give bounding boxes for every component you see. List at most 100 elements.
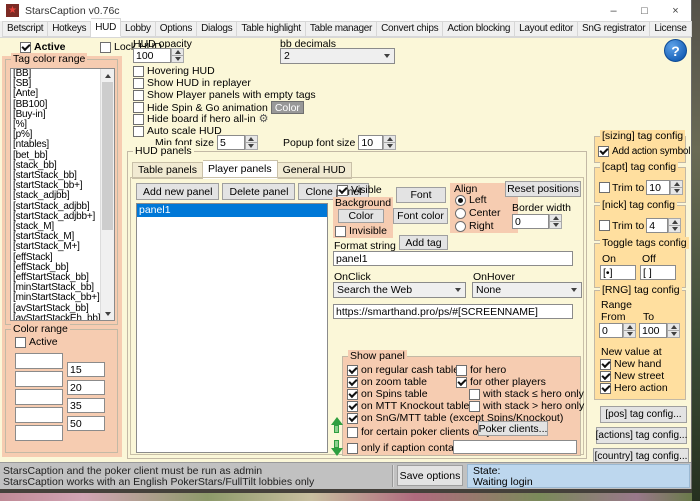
spin-up-button[interactable]	[171, 48, 184, 56]
spin-go-color-button[interactable]: Color	[270, 101, 304, 114]
rng-to-spinner[interactable]	[667, 323, 680, 338]
color-swatch[interactable]	[15, 371, 63, 387]
main-tab[interactable]: HUD	[91, 18, 121, 37]
move-panel-down-icon[interactable]	[330, 440, 343, 456]
checkbox[interactable]	[347, 364, 358, 376]
main-tab[interactable]: SnG registrator	[578, 21, 651, 37]
hud-opacity-spinner[interactable]	[171, 48, 184, 63]
spin-up-button[interactable]	[670, 180, 684, 188]
checkbox[interactable]	[347, 426, 358, 438]
rng-to-input[interactable]: 100	[639, 323, 667, 338]
close-button[interactable]: ×	[660, 0, 691, 21]
stack-le-hero-checkbox[interactable]: with stack ≤ hero only	[469, 388, 584, 400]
maximize-button[interactable]: □	[629, 0, 660, 21]
toggle-on-input[interactable]: [•]	[600, 265, 636, 280]
active-checkbox[interactable]: Active	[20, 41, 66, 53]
border-width-input[interactable]: 0	[512, 214, 549, 229]
spin-down-button[interactable]	[623, 331, 636, 338]
checkbox[interactable]	[469, 400, 480, 412]
invisible-checkbox[interactable]: Invisible	[335, 225, 387, 237]
help-icon[interactable]: ?	[664, 39, 687, 62]
add-action-symbol-checkbox[interactable]: Add action symbol	[598, 146, 691, 157]
main-tab[interactable]: Layout editor	[515, 21, 579, 37]
show-regular-checkbox[interactable]: on regular cash table	[347, 364, 459, 376]
checkbox[interactable]	[347, 412, 358, 424]
checkbox[interactable]	[335, 225, 346, 237]
scroll-up-button[interactable]	[101, 69, 114, 82]
checkbox[interactable]	[347, 376, 358, 388]
show-hud-replayer-checkbox[interactable]: Show HUD in replayer	[133, 77, 251, 89]
checkbox[interactable]	[133, 89, 144, 101]
spin-up-button[interactable]	[668, 218, 682, 226]
move-panel-up-icon[interactable]	[330, 417, 343, 433]
caption-contains-checkbox[interactable]: only if caption contains	[347, 442, 467, 454]
threshold-input[interactable]: 20	[67, 380, 105, 395]
min-font-size-spinner[interactable]	[244, 135, 258, 150]
visible-checkbox[interactable]: Visible	[337, 184, 382, 196]
toggle-off-input[interactable]: [ ]	[640, 265, 676, 280]
rng-from-spinner[interactable]	[623, 323, 636, 338]
pos-tag-config-button[interactable]: [pos] tag config...	[600, 406, 687, 423]
for-other-players-checkbox[interactable]: for other players	[456, 376, 546, 388]
checkbox[interactable]	[600, 358, 611, 370]
capt-trim-input[interactable]: 10	[646, 180, 671, 195]
checkbox[interactable]	[20, 41, 31, 53]
nick-trim-input[interactable]: 4	[646, 218, 669, 233]
checkbox[interactable]	[100, 41, 111, 53]
nick-trim-spinner[interactable]	[668, 218, 682, 233]
checkbox[interactable]	[347, 442, 358, 454]
radio[interactable]	[455, 207, 466, 219]
checkbox[interactable]	[133, 102, 144, 113]
show-mtt-knockout-checkbox[interactable]: on MTT Knockout table	[347, 400, 469, 412]
font-button[interactable]: Font	[396, 187, 446, 203]
show-spins-checkbox[interactable]: on Spins table	[347, 388, 428, 400]
rng-from-input[interactable]: 0	[599, 323, 623, 338]
panel-list[interactable]: panel1	[136, 203, 328, 453]
checkbox[interactable]	[347, 388, 358, 400]
main-tab[interactable]: Lobby	[121, 21, 156, 37]
main-tab[interactable]: Options	[155, 21, 198, 37]
spin-down-button[interactable]	[667, 331, 680, 338]
delete-panel-button[interactable]: Delete panel	[222, 183, 296, 200]
spin-down-button[interactable]	[670, 188, 684, 195]
checkbox[interactable]	[600, 370, 611, 382]
format-string-input[interactable]: panel1	[333, 251, 573, 266]
checkbox[interactable]	[456, 376, 467, 388]
onhover-select[interactable]: None	[472, 282, 582, 298]
color-swatch[interactable]	[15, 389, 63, 405]
font-color-button[interactable]: Font color	[393, 208, 448, 224]
threshold-input[interactable]: 50	[67, 416, 105, 431]
checkbox[interactable]	[133, 65, 144, 77]
scrollbar-thumb[interactable]	[102, 82, 113, 230]
checkbox[interactable]	[599, 182, 610, 193]
show-zoom-checkbox[interactable]: on zoom table	[347, 376, 427, 388]
minimize-button[interactable]: –	[598, 0, 629, 21]
checkbox[interactable]	[133, 125, 144, 137]
checkbox[interactable]	[599, 220, 610, 231]
align-left-radio[interactable]: Left	[455, 194, 487, 206]
spin-down-button[interactable]	[244, 143, 258, 150]
spin-down-button[interactable]	[668, 226, 682, 233]
color-swatch[interactable]	[15, 407, 63, 423]
spin-up-button[interactable]	[667, 323, 680, 331]
spin-up-button[interactable]	[383, 135, 397, 143]
for-hero-checkbox[interactable]: for hero	[456, 364, 506, 376]
spin-up-button[interactable]	[549, 214, 562, 222]
checkbox[interactable]	[337, 184, 348, 196]
radio[interactable]	[455, 220, 466, 232]
tag-list-item[interactable]: [avStartStackEh_bb]	[11, 313, 101, 320]
color-range-active-checkbox[interactable]: Active	[15, 336, 58, 348]
checkbox[interactable]	[133, 77, 144, 89]
spin-down-button[interactable]	[171, 56, 184, 63]
background-color-button[interactable]: Color	[338, 209, 384, 223]
reset-positions-button[interactable]: Reset positions	[505, 181, 581, 197]
checkbox[interactable]	[347, 400, 358, 412]
panel-list-item[interactable]: panel1	[137, 204, 327, 217]
nick-trim-checkbox[interactable]: Trim to 4	[599, 218, 682, 233]
spin-up-button[interactable]	[244, 135, 258, 143]
main-tab[interactable]: Dialogs	[197, 21, 238, 37]
hovering-hud-checkbox[interactable]: Hovering HUD	[133, 65, 215, 77]
add-tag-button[interactable]: Add tag	[399, 235, 448, 250]
stack-gt-hero-checkbox[interactable]: with stack > hero only	[469, 400, 584, 412]
align-center-radio[interactable]: Center	[455, 207, 501, 219]
